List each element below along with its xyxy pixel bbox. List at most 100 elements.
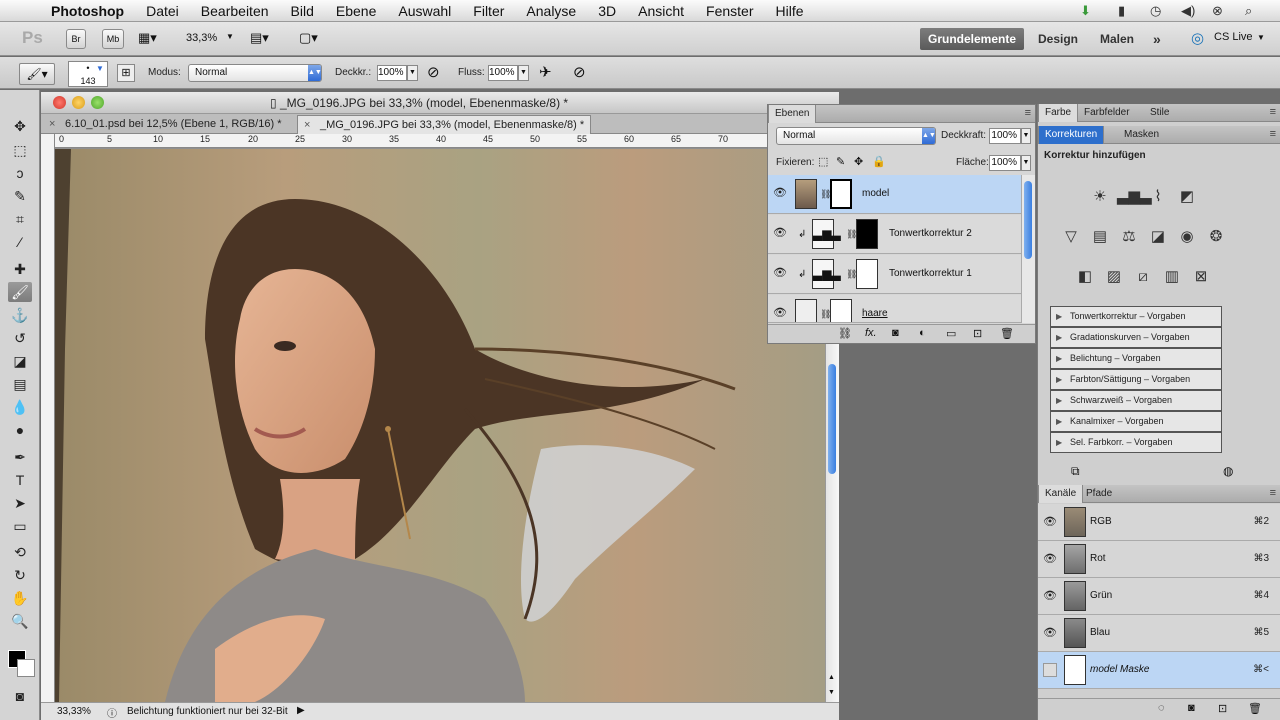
menu-ebene[interactable]: Ebene xyxy=(325,3,387,19)
tab-ebenen[interactable]: Ebenen xyxy=(768,105,817,123)
add-mask-icon[interactable]: ◙ xyxy=(892,327,899,339)
blur-tool-icon[interactable]: 💧 xyxy=(8,397,32,417)
menu-bearbeiten[interactable]: Bearbeiten xyxy=(190,3,280,19)
spotlight-search-icon[interactable]: ⌕ xyxy=(1245,3,1252,19)
adjustment-panel-options-icon[interactable]: ◍ xyxy=(1223,464,1233,478)
trash-icon[interactable]: 🗑 xyxy=(1000,327,1014,340)
layers-scroll-thumb[interactable] xyxy=(1024,181,1032,259)
time-machine-icon[interactable]: ◷ xyxy=(1150,3,1161,19)
screen-mode-icon[interactable]: ▢▾ xyxy=(299,30,318,46)
3d-orbit-tool-icon[interactable]: ↻ xyxy=(8,565,32,585)
new-channel-icon[interactable]: ⊡ xyxy=(1218,702,1227,715)
lock-position-icon[interactable]: ✥ xyxy=(854,155,863,168)
chevron-down-icon[interactable]: ▼ xyxy=(226,32,234,41)
visibility-eye-icon[interactable]: 👁 xyxy=(772,226,788,240)
layer-mask-thumbnail[interactable] xyxy=(856,259,878,289)
layer-mask-thumbnail[interactable] xyxy=(856,219,878,249)
volume-icon[interactable]: ◀) xyxy=(1181,3,1195,19)
scroll-down-icon[interactable]: ▼ xyxy=(828,689,835,696)
adjustment-clip-icon[interactable]: ⧉ xyxy=(1071,464,1080,479)
quick-mask-icon[interactable]: ◙ xyxy=(8,686,32,706)
new-adjustment-layer-icon[interactable]: ◐ xyxy=(919,327,926,339)
threshold-icon[interactable]: ⧄ xyxy=(1131,266,1155,288)
type-tool-icon[interactable]: T xyxy=(8,470,32,490)
selective-color-icon[interactable]: ⊠ xyxy=(1189,266,1213,288)
channel-row-gruen[interactable]: 👁 Grün ⌘4 xyxy=(1038,578,1280,615)
brightness-contrast-icon[interactable]: ☀ xyxy=(1088,186,1112,208)
more-workspaces-button[interactable]: » xyxy=(1145,28,1169,50)
visibility-eye-icon[interactable]: 👁 xyxy=(1042,515,1058,529)
preset-belichtung[interactable]: ▶ Belichtung – Vorgaben xyxy=(1050,348,1222,369)
bridge-button[interactable]: Br xyxy=(66,29,86,49)
tab-document-1[interactable]: × 6.10_01.psd bei 12,5% (Ebene 1, RGB/16)… xyxy=(43,115,287,134)
zoom-tool-icon[interactable]: 🔍 xyxy=(8,611,32,631)
close-circle-icon[interactable]: ⊗ xyxy=(1212,3,1223,19)
tab-stile[interactable]: Stile xyxy=(1144,104,1175,122)
tab-masken[interactable]: Masken xyxy=(1118,126,1165,144)
visibility-eye-icon[interactable]: 👁 xyxy=(772,306,788,320)
layer-style-button[interactable]: fx. xyxy=(865,327,877,339)
pen-tool-icon[interactable]: ✒ xyxy=(8,447,32,467)
visibility-eye-icon[interactable]: 👁 xyxy=(1042,552,1058,566)
airbrush-icon[interactable]: ✈ xyxy=(539,63,552,81)
layer-row-model[interactable]: 👁 ⛓ model xyxy=(768,175,1021,214)
flow-input[interactable]: 100% xyxy=(488,65,518,81)
photo-filter-icon[interactable]: ◉ xyxy=(1175,226,1199,248)
menu-3d[interactable]: 3D xyxy=(587,3,627,19)
fill-input[interactable]: 100% xyxy=(989,155,1021,171)
menu-analyse[interactable]: Analyse xyxy=(515,3,587,19)
gradient-tool-icon[interactable]: ▤ xyxy=(8,374,32,394)
color-balance-icon[interactable]: ⚖ xyxy=(1117,226,1141,248)
mode-select[interactable]: Normal ▲▼ xyxy=(188,64,322,82)
brush-panel-icon[interactable]: ⊞ xyxy=(117,64,135,82)
layer-row-haare[interactable]: 👁 ⛓ haare xyxy=(768,295,1021,323)
status-info-icon[interactable]: ⓘ xyxy=(107,705,117,720)
zoom-window-button[interactable] xyxy=(91,96,104,109)
eyedropper-tool-icon[interactable]: ⁄ xyxy=(8,232,32,252)
background-color-swatch[interactable] xyxy=(17,659,35,677)
status-menu-icon[interactable]: ▶ xyxy=(297,705,305,716)
blend-mode-select[interactable]: Normal ▲▼ xyxy=(776,127,936,145)
pressure-opacity-icon[interactable]: ⊘ xyxy=(427,63,440,81)
exposure-icon[interactable]: ◩ xyxy=(1175,186,1199,208)
image-canvas[interactable] xyxy=(55,149,825,702)
new-layer-icon[interactable]: ⊡ xyxy=(973,327,982,340)
view-extras-icon[interactable]: ▦▾ xyxy=(138,30,157,46)
hue-saturation-icon[interactable]: ▤ xyxy=(1088,226,1112,248)
path-selection-tool-icon[interactable]: ➤ xyxy=(8,493,32,513)
cs-live-chevron-icon[interactable]: ▼ xyxy=(1257,33,1265,42)
workspace-design[interactable]: Design xyxy=(1030,28,1086,50)
3d-rotate-tool-icon[interactable]: ⟲ xyxy=(8,542,32,562)
lasso-tool-icon[interactable]: ↄ xyxy=(8,163,32,183)
crop-tool-icon[interactable]: ⌗ xyxy=(8,209,32,229)
layer-row-tonwertkorrektur-2[interactable]: 👁 ↲ ▃▆▃ ⛓ Tonwertkorrektur 2 xyxy=(768,215,1021,254)
hand-tool-icon[interactable]: ✋ xyxy=(8,588,32,608)
load-selection-icon[interactable]: ◌ xyxy=(1158,702,1165,714)
lock-pixels-icon[interactable]: ✎ xyxy=(836,155,845,168)
menu-hilfe[interactable]: Hilfe xyxy=(765,3,815,19)
quick-selection-tool-icon[interactable]: ✎ xyxy=(8,186,32,206)
new-group-icon[interactable]: ▭ xyxy=(946,327,956,340)
tab-korrekturen[interactable]: Korrekturen xyxy=(1038,126,1105,144)
minimize-window-button[interactable] xyxy=(72,96,85,109)
lock-all-icon[interactable]: 🔒 xyxy=(872,155,886,168)
channel-row-rgb[interactable]: 👁 RGB ⌘2 xyxy=(1038,504,1280,541)
preset-gradationskurven[interactable]: ▶ Gradationskurven – Vorgaben xyxy=(1050,327,1222,348)
menu-ansicht[interactable]: Ansicht xyxy=(627,3,695,19)
battery-icon[interactable]: ▮ xyxy=(1118,3,1125,19)
levels-icon[interactable]: ▃▆▃ xyxy=(1117,186,1152,208)
close-tab-icon[interactable]: × xyxy=(304,116,310,135)
pressure-size-icon[interactable]: ⊘ xyxy=(573,63,586,81)
layer-opacity-input[interactable]: 100% xyxy=(989,128,1021,144)
tab-farbfelder[interactable]: Farbfelder xyxy=(1078,104,1136,122)
opacity-input[interactable]: 100% xyxy=(377,65,407,81)
zoom-select[interactable]: 33,3% xyxy=(186,32,217,44)
menu-auswahl[interactable]: Auswahl xyxy=(387,3,462,19)
panel-menu-icon[interactable]: ≡ xyxy=(1270,487,1276,499)
menu-app[interactable]: Photoshop xyxy=(40,3,135,19)
tab-document-2[interactable]: × _MG_0196.JPG bei 33,3% (model, Ebenenma… xyxy=(297,115,592,135)
brush-chevron-icon[interactable]: ▼ xyxy=(96,64,104,73)
channel-row-model-maske[interactable]: model Maske ⌘< xyxy=(1038,652,1280,689)
panel-menu-icon[interactable]: ≡ xyxy=(1270,128,1276,140)
visibility-eye-icon[interactable]: 👁 xyxy=(1042,626,1058,640)
